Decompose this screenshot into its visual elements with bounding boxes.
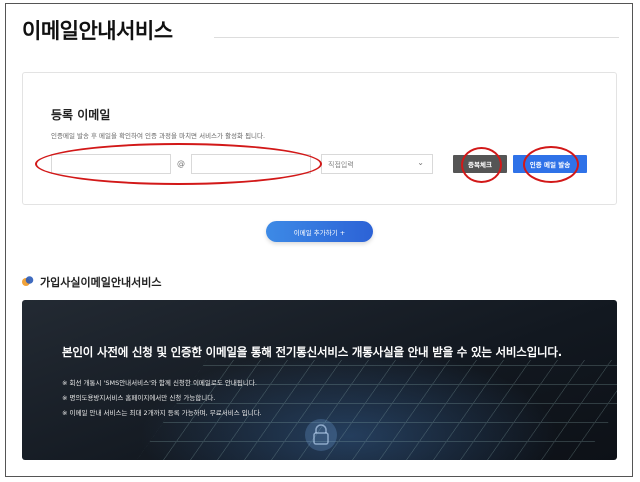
duplicate-check-button[interactable]: 중복체크	[453, 155, 507, 173]
lock-icon	[305, 419, 337, 451]
page-title: 이메일안내서비스	[22, 19, 173, 43]
banner-note: ※ 이메일 안내 서비스는 최대 2개까지 등록 가능하며, 무료서비스 입니다…	[62, 409, 262, 417]
chevron-down-icon: ⌄	[417, 158, 424, 167]
email-local-input[interactable]	[51, 154, 171, 174]
title-divider	[214, 37, 619, 38]
card-heading: 등록 이메일	[51, 108, 111, 122]
email-domain-input[interactable]	[191, 154, 311, 174]
banner-headline: 본인이 사전에 신청 및 인증한 이메일을 통해 전기통신서비스 개통사실을 안…	[62, 345, 562, 359]
banner-note: ※ 명의도용방지서비스 홈페이지에서만 신청 가능합니다.	[62, 394, 216, 402]
card-description: 인증메일 발송 후 메일을 확인하여 인증 과정을 마치면 서비스가 활성화 됩…	[51, 132, 266, 140]
domain-select[interactable]: 직접입력 ⌄	[321, 154, 433, 174]
section-title: 가입사실이메일안내서비스	[40, 276, 162, 289]
add-email-button[interactable]: 이메일 추가하기 +	[266, 221, 373, 242]
section-bullet-icon	[22, 276, 34, 286]
send-verification-button[interactable]: 인증 메일 발송	[513, 155, 587, 173]
at-symbol: @	[177, 159, 185, 168]
domain-select-value: 직접입력	[328, 161, 354, 169]
banner-note: ※ 회선 개통시 'SMS안내서비스'와 함께 신청한 이메일로도 안내됩니다.	[62, 379, 257, 387]
